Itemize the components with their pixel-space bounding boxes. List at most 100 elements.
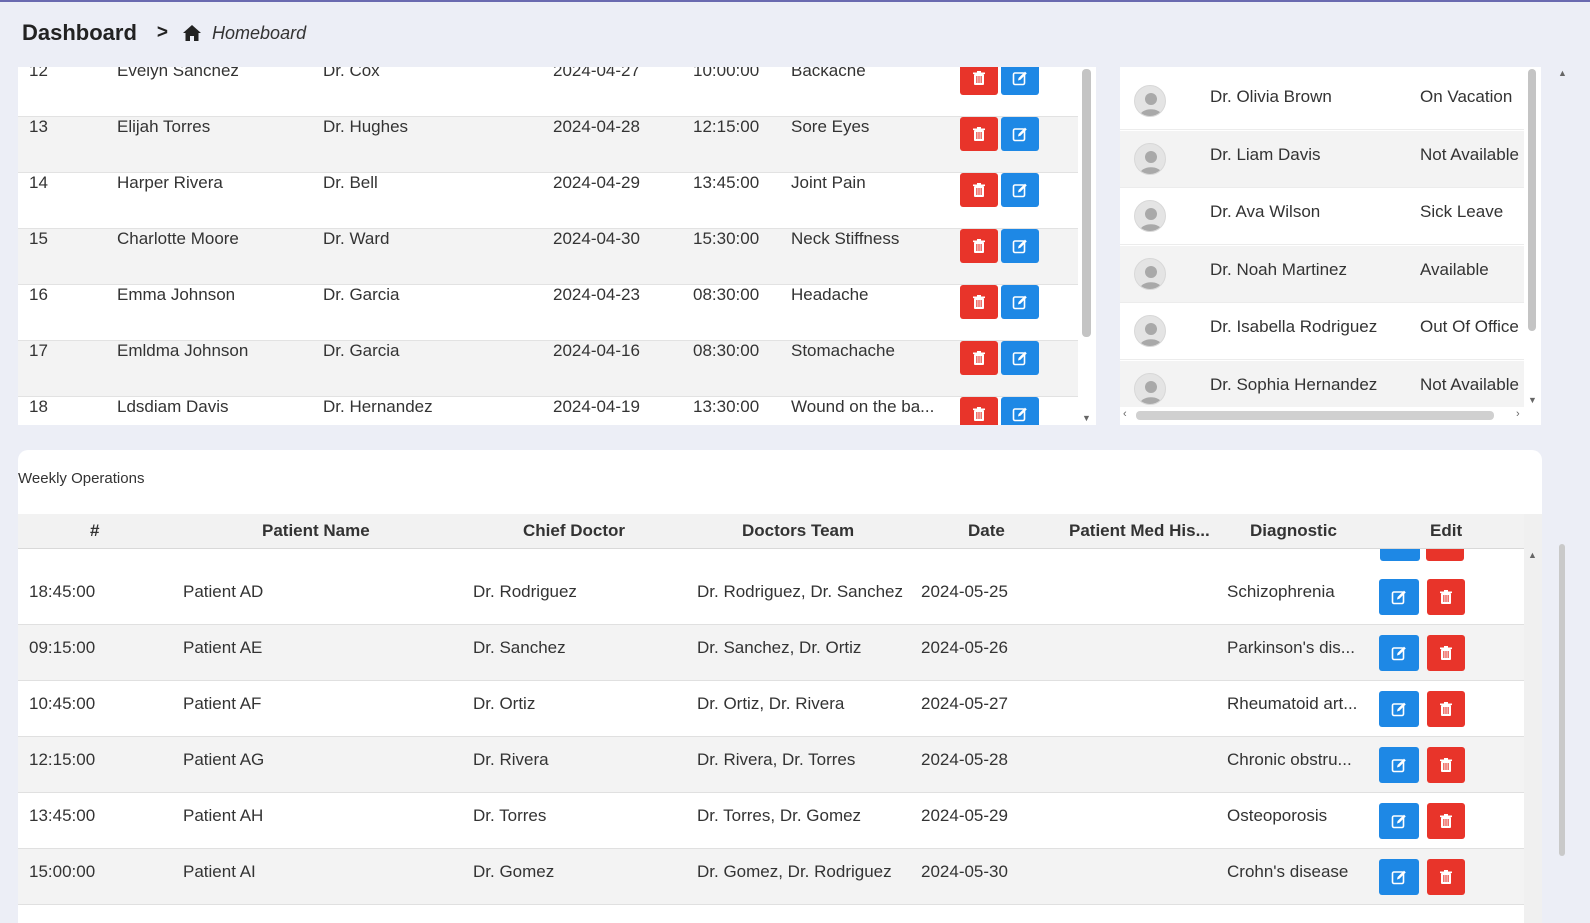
operation-date: 2024-05-27 [921, 694, 1008, 713]
appointment-date: 2024-04-28 [553, 117, 640, 136]
operation-row[interactable]: 15:00:00 Patient AI Dr. Gomez Dr. Gomez, Dr… [18, 849, 1524, 905]
doctor-row[interactable]: Dr. Noah Martinez Available [1120, 245, 1524, 303]
appointment-id: 17 [29, 341, 48, 360]
delete-appointment-button[interactable] [960, 341, 998, 375]
delete-operation-button[interactable] [1427, 579, 1465, 615]
user-avatar-icon [1134, 142, 1166, 175]
appointment-patient: Elijah Torres [117, 117, 211, 136]
page-scroll-thumb[interactable] [1559, 544, 1565, 856]
column-header-patient-name[interactable]: Patient Name [262, 521, 370, 541]
doctor-row[interactable]: Dr. Olivia Brown On Vacation [1120, 73, 1524, 130]
operation-row[interactable]: 10:45:00 Patient AF Dr. Ortiz Dr. Ortiz, Dr… [18, 681, 1524, 737]
doctor-row[interactable]: Dr. Liam Davis Not Available [1120, 130, 1524, 188]
appointment-doctor: Dr. Hernandez [323, 397, 433, 416]
delete-appointment-button[interactable] [960, 67, 998, 95]
column-header-date[interactable]: Date [968, 521, 1005, 541]
appointment-patient: Emldma Johnson [117, 341, 249, 360]
operation-diagnostic: Crohn's disease [1227, 862, 1349, 881]
operation-chief-doctor: Dr. Sanchez [473, 638, 566, 657]
operations-table-body: 18:45:00 Patient AD Dr. Rodriguez Dr. Rodri… [18, 549, 1524, 923]
scroll-up-arrow[interactable]: ▲ [1558, 68, 1567, 78]
edit-icon [1012, 71, 1027, 86]
operation-row[interactable]: 18:45:00 Patient AD Dr. Rodriguez Dr. Rodri… [18, 569, 1524, 625]
edit-operation-button[interactable] [1379, 859, 1419, 895]
breadcrumb-separator: > [156, 22, 169, 43]
doctor-name: Dr. Ava Wilson [1210, 202, 1321, 221]
appointments-scrollbar[interactable]: ▼ [1078, 67, 1096, 425]
appointment-row[interactable]: 17 Emldma Johnson Dr. Garcia 2024-04-16 08:3… [18, 341, 1078, 397]
edit-icon [1391, 758, 1406, 773]
edit-appointment-button[interactable] [1001, 229, 1039, 263]
doctors-vertical-scrollbar[interactable]: ▼ [1524, 67, 1541, 407]
edit-appointment-button[interactable] [1001, 285, 1039, 319]
column-header-diagnostic[interactable]: Diagnostic [1250, 521, 1337, 541]
appointment-row[interactable]: 14 Harper Rivera Dr. Bell 2024-04-29 13:45:0… [18, 173, 1078, 229]
doctors-hscroll-thumb[interactable] [1136, 411, 1494, 420]
appointment-row[interactable]: 13 Elijah Torres Dr. Hughes 2024-04-28 12:15… [18, 117, 1078, 173]
trash-icon [1440, 870, 1452, 884]
delete-operation-button[interactable] [1427, 859, 1465, 895]
edit-operation-button[interactable] [1379, 635, 1419, 671]
delete-appointment-button[interactable] [960, 229, 998, 263]
edit-appointment-button[interactable] [1001, 117, 1039, 151]
column-header-number[interactable]: # [90, 521, 99, 541]
appointment-date: 2024-04-30 [553, 229, 640, 248]
edit-appointment-button[interactable] [1001, 341, 1039, 375]
operation-time: 12:15:00 [29, 750, 96, 769]
column-header-med-history[interactable]: Patient Med His... [1069, 521, 1210, 541]
doctor-row[interactable]: Dr. Sophia Hernandez Not Available [1120, 360, 1524, 407]
appointments-scroll-thumb[interactable] [1082, 69, 1091, 337]
doctor-row[interactable]: Dr. Ava Wilson Sick Leave [1120, 188, 1524, 245]
doctor-name: Dr. Noah Martinez [1210, 259, 1347, 279]
column-header-doctors-team[interactable]: Doctors Team [742, 521, 854, 541]
delete-appointment-button[interactable] [960, 285, 998, 319]
delete-operation-button[interactable] [1427, 635, 1465, 671]
home-icon[interactable] [182, 23, 202, 43]
user-avatar-icon [1134, 200, 1166, 232]
operation-chief-doctor: Dr. Torres [473, 806, 547, 825]
edit-operation-button[interactable] [1379, 691, 1419, 727]
delete-appointment-button[interactable] [960, 397, 998, 425]
appointment-row[interactable]: 18 Ldsdiam Davis Dr. Hernandez 2024-04-19 13… [18, 397, 1078, 425]
edit-appointment-button[interactable] [1001, 67, 1039, 95]
delete-operation-button[interactable] [1427, 747, 1465, 783]
edit-appointment-button[interactable] [1001, 397, 1039, 425]
breadcrumb-current[interactable]: Homeboard [212, 23, 306, 44]
operation-row[interactable]: 13:45:00 Patient AH Dr. Torres Dr. Torres, … [18, 793, 1524, 849]
scroll-down-arrow[interactable]: ▼ [1528, 395, 1537, 405]
appointment-row[interactable]: 15 Charlotte Moore Dr. Ward 2024-04-30 15:30… [18, 229, 1078, 285]
edit-operation-button[interactable] [1379, 747, 1419, 783]
column-header-edit[interactable]: Edit [1430, 521, 1462, 541]
page-scrollbar[interactable]: ▲ [1556, 64, 1568, 923]
scroll-left-arrow[interactable]: ‹ [1123, 408, 1127, 420]
edit-operation-button[interactable] [1379, 579, 1419, 615]
operation-patient: Patient AF [183, 694, 262, 713]
delete-appointment-button[interactable] [960, 173, 998, 207]
doctors-scroll-thumb[interactable] [1528, 69, 1536, 331]
column-header-chief-doctor[interactable]: Chief Doctor [523, 521, 625, 541]
delete-operation-button[interactable] [1427, 691, 1465, 727]
edit-icon [1391, 646, 1406, 661]
appointment-row[interactable]: 16 Emma Johnson Dr. Garcia 2024-04-23 08:30:… [18, 285, 1078, 341]
trash-icon [973, 71, 985, 85]
operations-scrollbar[interactable]: ▲ [1524, 514, 1542, 923]
scroll-up-arrow[interactable]: ▲ [1528, 550, 1537, 560]
operation-patient: Patient AE [183, 638, 263, 657]
doctors-horizontal-scrollbar[interactable]: ‹ › [1120, 407, 1541, 425]
appointment-time: 08:30:00 [693, 285, 760, 304]
doctor-row[interactable]: Dr. Isabella Rodriguez Out Of Office [1120, 303, 1524, 360]
operation-date: 2024-05-29 [921, 806, 1008, 825]
appointment-reason: Backache [791, 67, 866, 80]
scroll-right-arrow[interactable]: › [1516, 408, 1520, 420]
edit-appointment-button[interactable] [1001, 173, 1039, 207]
appointment-row[interactable]: 12 Evelyn Sanchez Dr. Cox 2024-04-27 10:00:0… [18, 67, 1078, 117]
operation-row[interactable]: 09:15:00 Patient AE Dr. Sanchez Dr. Sanchez… [18, 625, 1524, 681]
delete-operation-button[interactable] [1427, 803, 1465, 839]
scroll-down-arrow[interactable]: ▼ [1082, 413, 1091, 423]
operation-diagnostic: Rheumatoid art... [1227, 694, 1358, 713]
delete-appointment-button[interactable] [960, 117, 998, 151]
edit-operation-button[interactable] [1379, 803, 1419, 839]
doctor-name: Dr. Olivia Brown [1210, 87, 1332, 106]
operation-row[interactable]: 12:15:00 Patient AG Dr. Rivera Dr. Rivera, … [18, 737, 1524, 793]
operation-date: 2024-05-30 [921, 862, 1008, 881]
